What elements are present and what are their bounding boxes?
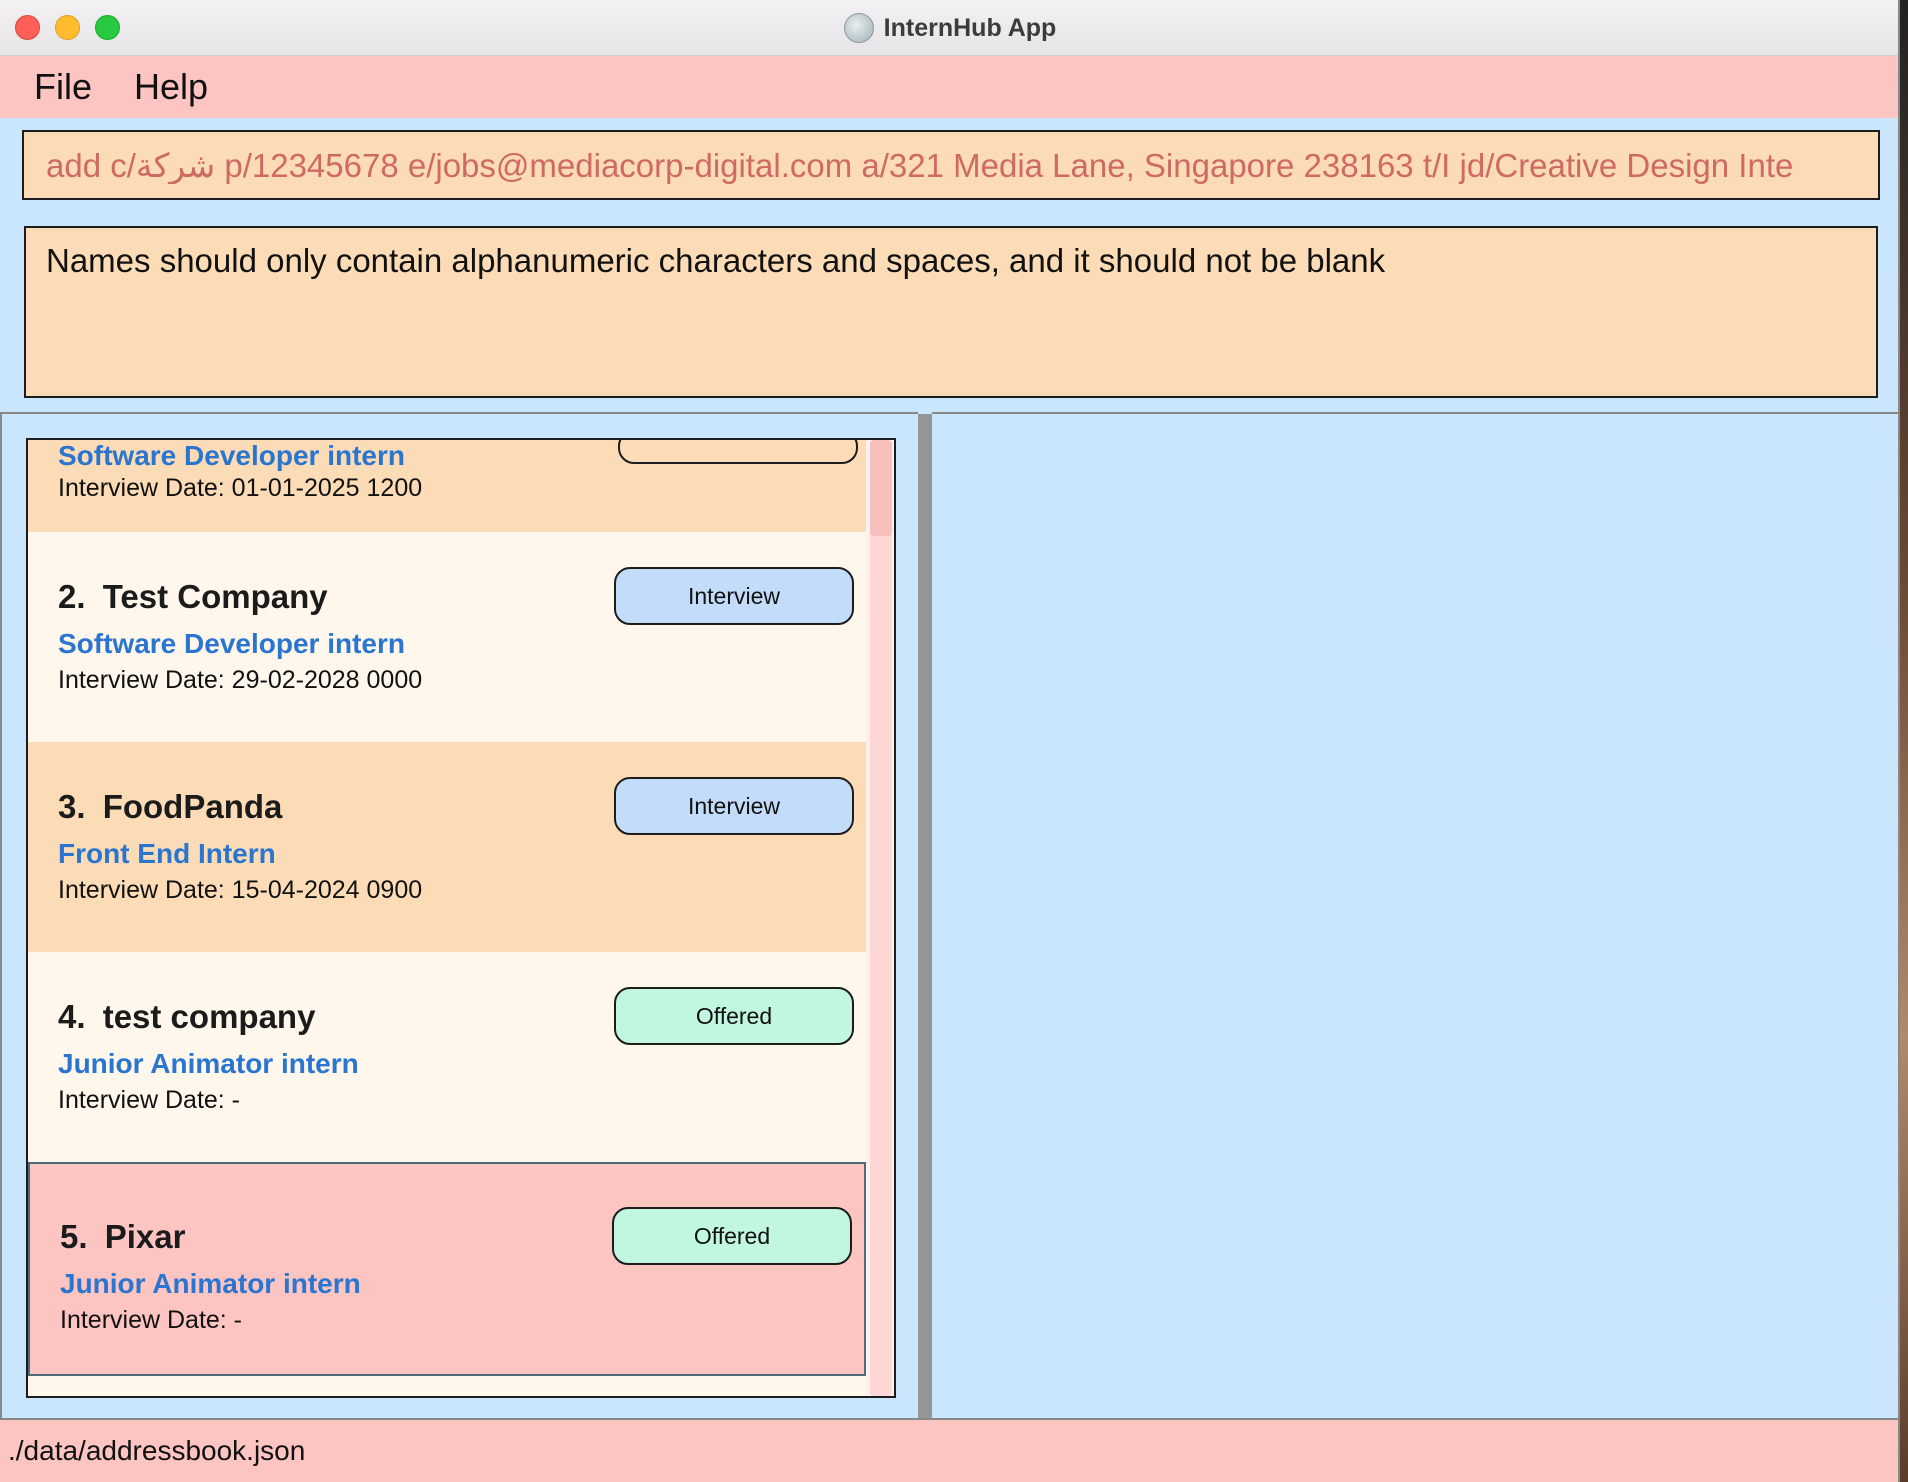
- card-interview-date: Interview Date: 29-02-2028 0000: [58, 666, 423, 694]
- command-box: [22, 130, 1880, 200]
- card-index: 2.: [58, 578, 86, 615]
- status-badge: Offered: [612, 1207, 852, 1265]
- result-message: Names should only contain alphanumeric c…: [46, 242, 1386, 279]
- scrollbar-thumb[interactable]: [870, 440, 892, 536]
- card-company: Test Company: [102, 578, 328, 615]
- command-input[interactable]: [46, 146, 1856, 184]
- list-item[interactable]: Software Developer intern Interview Date…: [28, 440, 866, 532]
- application-list-panel: Software Developer intern Interview Date…: [0, 412, 918, 1418]
- status-bar: ./data/addressbook.json: [0, 1418, 1898, 1482]
- card-company: Pixar: [104, 1218, 186, 1255]
- card-company: test company: [102, 998, 316, 1035]
- card-index: 4.: [58, 998, 86, 1035]
- detail-panel: [932, 412, 1898, 1418]
- card-company: FoodPanda: [102, 788, 283, 825]
- list-item-selected[interactable]: 5. Pixar Offered Junior Animator intern …: [28, 1162, 866, 1376]
- card-role: Junior Animator intern: [60, 1268, 361, 1299]
- window-title: InternHub App: [883, 13, 1057, 42]
- split-pane-divider[interactable]: [918, 414, 932, 1418]
- result-display: Names should only contain alphanumeric c…: [24, 226, 1878, 398]
- card-interview-date: Interview Date: -: [60, 1306, 243, 1334]
- list-item[interactable]: 2. Test Company Interview Software Devel…: [28, 532, 866, 742]
- card-index: 5.: [60, 1218, 88, 1255]
- menu-file[interactable]: File: [34, 66, 92, 108]
- card-role: Software Developer intern: [58, 628, 405, 659]
- status-badge: [618, 440, 858, 464]
- list-scrollbar[interactable]: [866, 440, 894, 1396]
- menu-help[interactable]: Help: [134, 66, 208, 108]
- application-list[interactable]: Software Developer intern Interview Date…: [26, 438, 896, 1398]
- status-badge: Interview: [614, 567, 854, 625]
- card-title: 3. FoodPanda: [58, 788, 282, 826]
- card-role: Front End Intern: [58, 838, 276, 869]
- card-role: Software Developer intern: [58, 440, 405, 471]
- status-badge: Interview: [614, 777, 854, 835]
- window-title-wrap: InternHub App: [0, 0, 1898, 56]
- card-title: 4. test company: [58, 998, 315, 1036]
- scrollbar-track-fill: [870, 440, 892, 1396]
- data-file-path: ./data/addressbook.json: [8, 1435, 306, 1466]
- card-interview-date: Interview Date: 15-04-2024 0900: [58, 876, 423, 904]
- card-title: 5. Pixar: [60, 1218, 185, 1256]
- app-icon: [843, 13, 874, 43]
- card-title: 2. Test Company: [58, 578, 328, 616]
- list-item[interactable]: 4. test company Offered Junior Animator …: [28, 952, 866, 1162]
- menu-bar: File Help: [0, 56, 1898, 118]
- card-role: Junior Animator intern: [58, 1048, 359, 1079]
- list-item[interactable]: 3. FoodPanda Interview Front End Intern …: [28, 742, 866, 952]
- card-interview-date: Interview Date: -: [58, 1086, 241, 1114]
- app-window: InternHub App File Help Names should onl…: [0, 0, 1900, 1482]
- card-interview-date: Interview Date: 01-01-2025 1200: [58, 474, 423, 502]
- desktop-background: [1900, 0, 1908, 1482]
- status-badge: Offered: [614, 987, 854, 1045]
- title-bar: InternHub App: [0, 0, 1898, 56]
- card-index: 3.: [58, 788, 86, 825]
